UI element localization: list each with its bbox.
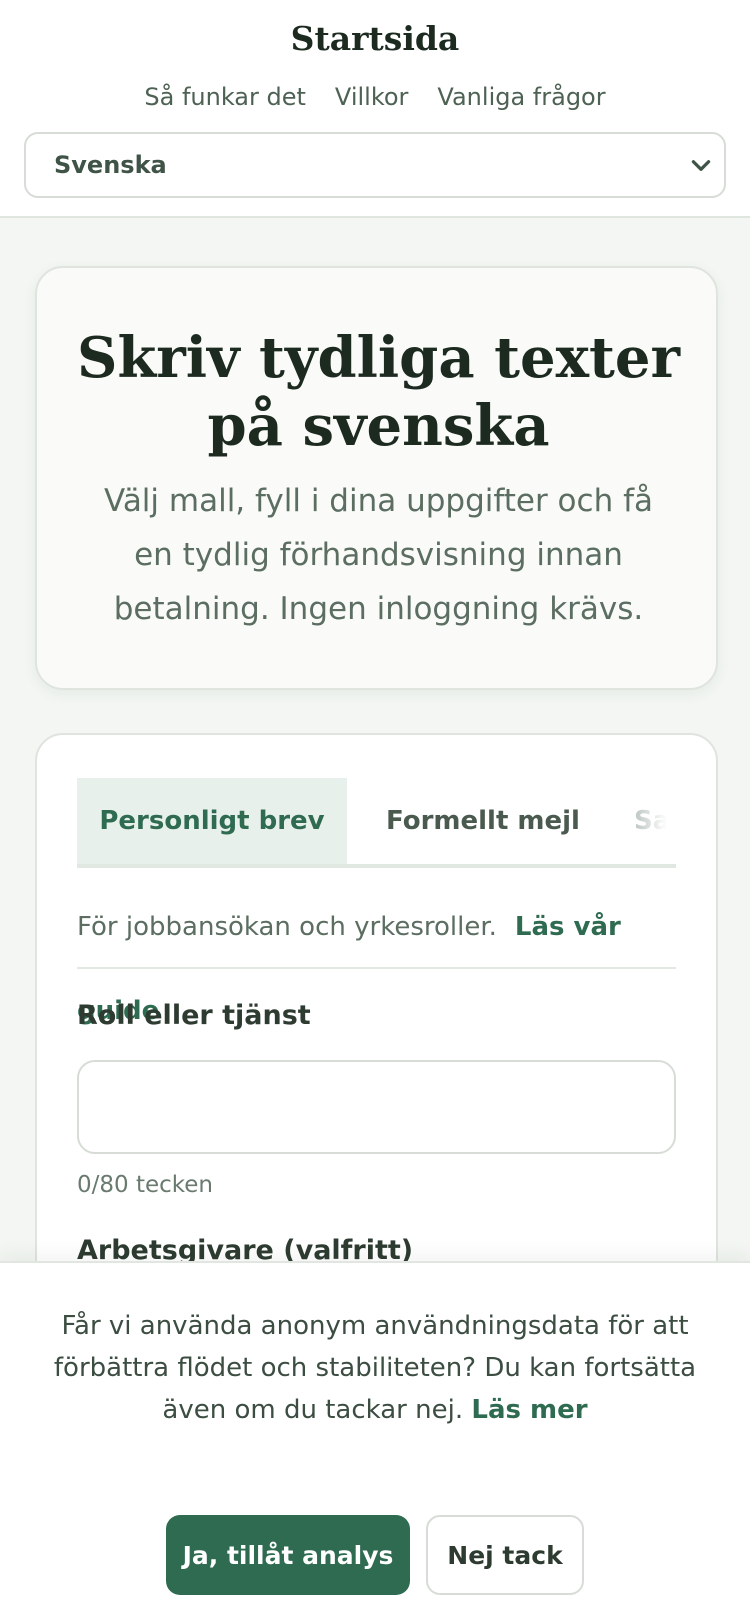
- template-description-text: För jobbansökan och yrkesroller.: [77, 912, 497, 942]
- template-description: För jobbansökan och yrkesroller. Läs vår …: [77, 885, 676, 1026]
- nav-link-terms[interactable]: Villkor: [335, 76, 409, 118]
- language-select[interactable]: Svenska: [24, 132, 726, 198]
- template-tabs: Personligt brev Formellt mejl Sa: [77, 778, 676, 868]
- decline-analytics-button[interactable]: Nej tack: [426, 1515, 584, 1595]
- site-title-link[interactable]: Startsida: [0, 14, 750, 64]
- tabs-scroll-fade: [616, 778, 676, 864]
- language-select-value: Svenska: [54, 151, 167, 179]
- tab-personal-letter[interactable]: Personligt brev: [77, 778, 347, 864]
- accept-analytics-button[interactable]: Ja, tillåt analys: [166, 1515, 410, 1595]
- role-field-label: Roll eller tjänst: [77, 1000, 311, 1031]
- hero-card: Skriv tydliga texter på svenska Välj mal…: [35, 266, 718, 690]
- consent-message-text: Får vi använda anonym användningsdata fö…: [53, 1311, 697, 1425]
- hero-heading: Skriv tydliga texter på svenska: [77, 325, 680, 459]
- role-input[interactable]: [77, 1060, 676, 1154]
- consent-read-more-link[interactable]: Läs mer: [471, 1395, 587, 1425]
- nav-link-faq[interactable]: Vanliga frågor: [437, 76, 605, 118]
- site-header: Startsida Så funkar det Villkor Vanliga …: [0, 0, 750, 218]
- nav-link-how-it-works[interactable]: Så funkar det: [144, 76, 306, 118]
- consent-banner: Får vi använda anonym användningsdata fö…: [0, 1261, 750, 1624]
- hero-subtitle: Välj mall, fyll i dina uppgifter och få …: [104, 483, 653, 627]
- tab-formal-email[interactable]: Formellt mejl: [347, 778, 619, 864]
- role-char-counter: 0/80 tecken: [77, 1172, 214, 1198]
- consent-message: Får vi använda anonym användningsdata fö…: [30, 1305, 720, 1431]
- chevron-down-icon: [691, 160, 711, 171]
- main-nav: Så funkar det Villkor Vanliga frågor: [0, 76, 750, 118]
